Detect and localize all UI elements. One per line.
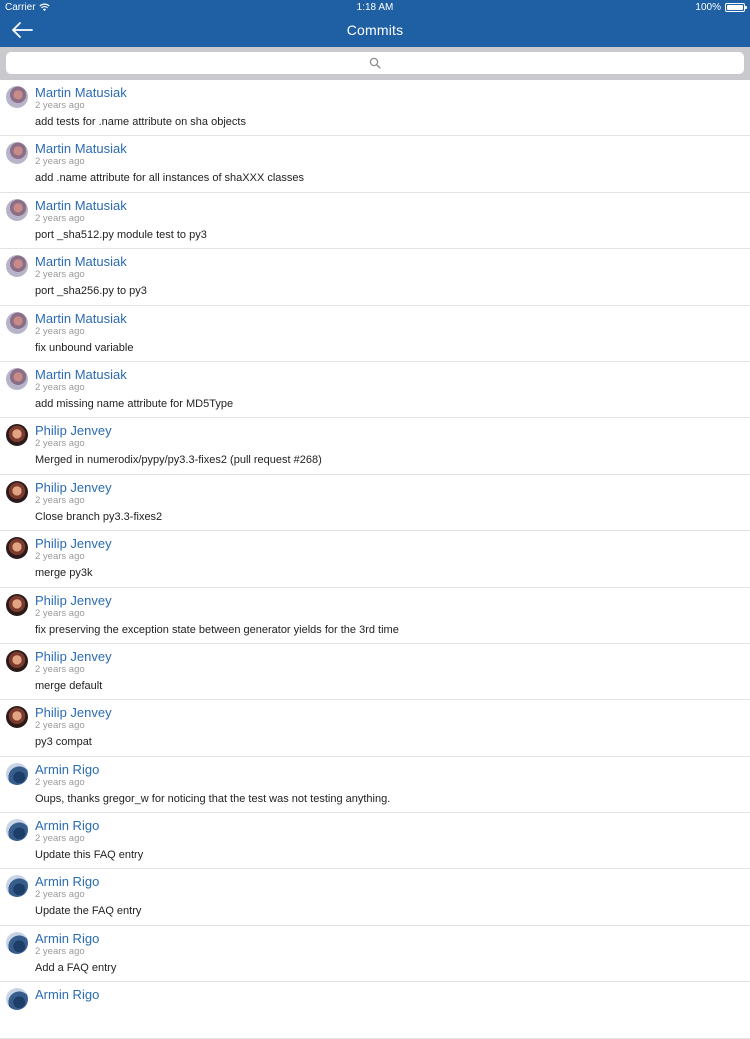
- avatar: [6, 311, 28, 334]
- avatar: [6, 875, 28, 898]
- commit-time: 2 years ago: [35, 100, 85, 111]
- avatar: [6, 198, 28, 221]
- commit-author: Armin Rigo: [35, 930, 100, 946]
- page-title: Commits: [346, 22, 404, 38]
- avatar: [6, 537, 28, 560]
- commit-author: Martin Matusiak: [35, 85, 127, 100]
- commit-row[interactable]: Armin Rigo 2 years ago Update this FAQ ent…: [0, 813, 750, 870]
- commit-message: add tests for .name attribute on sha obj…: [35, 116, 246, 128]
- avatar: [6, 762, 28, 785]
- commit-message: add missing name attribute for MD5Type: [35, 397, 234, 410]
- commit-author: Martin Matusiak: [35, 141, 127, 157]
- commit-row[interactable]: Martin Matusiak 2 years ago add missing na…: [0, 362, 750, 419]
- battery-indicator: 100%: [695, 2, 747, 13]
- commit-message: add .name attribute for all instances of…: [35, 172, 305, 185]
- commit-author: Armin Rigo: [35, 987, 100, 1003]
- commit-time: 2 years ago: [35, 776, 85, 788]
- commit-author: Philip Jenvey: [35, 592, 112, 608]
- commit-row[interactable]: Philip Jenvey 2 years ago merge default: [0, 644, 750, 701]
- commit-message: Update this FAQ entry: [35, 849, 144, 862]
- search-input[interactable]: [6, 52, 744, 74]
- commit-author: Philip Jenvey: [35, 423, 112, 439]
- commit-message: Merged in numerodix/pypy/py3.3-fixes2 (p…: [35, 454, 322, 467]
- commit-time: 2 years ago: [35, 889, 85, 901]
- commit-author: Armin Rigo: [35, 874, 100, 890]
- commit-message: Close branch py3.3-fixes2: [35, 510, 163, 523]
- commit-row[interactable]: Armin Rigo 2 years ago Add a FAQ entry: [0, 926, 750, 983]
- commit-row[interactable]: Philip Jenvey 2 years ago Merged in numero…: [0, 418, 750, 475]
- commit-message: Add a FAQ entry: [35, 961, 117, 974]
- commit-row[interactable]: Philip Jenvey 2 years ago Close branch py3…: [0, 475, 750, 532]
- commit-message: fix unbound variable: [35, 341, 134, 354]
- commit-time: 2 years ago: [35, 833, 85, 845]
- battery-icon: [725, 3, 747, 12]
- commit-time: 2 years ago: [35, 438, 85, 450]
- commit-row[interactable]: Martin Matusiak 2 years ago add tests for …: [0, 80, 750, 137]
- commit-time: 2 years ago: [35, 269, 85, 281]
- commit-row[interactable]: Philip Jenvey 2 years ago merge py3k: [0, 531, 750, 588]
- commit-author: Martin Matusiak: [35, 197, 127, 213]
- avatar: [6, 86, 28, 108]
- commit-row[interactable]: Martin Matusiak 2 years ago port _sha512.p…: [0, 193, 750, 250]
- avatar: [6, 255, 28, 278]
- commit-time: 2 years ago: [35, 325, 85, 337]
- commit-author: Armin Rigo: [35, 761, 100, 777]
- commit-author: Philip Jenvey: [35, 536, 112, 552]
- commit-time: 2 years ago: [35, 720, 85, 732]
- commit-author: Armin Rigo: [35, 818, 100, 834]
- commit-message: Oups, thanks gregor_w for noticing that …: [35, 792, 391, 805]
- commit-time: 2 years ago: [35, 607, 85, 619]
- commit-list: Martin Matusiak 2 years ago add tests for …: [0, 80, 750, 1039]
- commit-author: Philip Jenvey: [35, 705, 112, 721]
- commit-time: 2 years ago: [35, 663, 85, 675]
- commit-time: 2 years ago: [35, 212, 85, 224]
- search-bar: [0, 47, 750, 80]
- commit-author: Martin Matusiak: [35, 310, 127, 326]
- commit-row[interactable]: Armin Rigo: [0, 982, 750, 1039]
- avatar: [6, 593, 28, 616]
- commit-message: Update the FAQ entry: [35, 905, 142, 918]
- commit-message: py3 compat: [35, 736, 92, 749]
- commit-row[interactable]: Philip Jenvey 2 years ago py3 compat: [0, 700, 750, 757]
- commit-time: 2 years ago: [35, 945, 85, 957]
- avatar: [6, 931, 28, 954]
- commit-author: Martin Matusiak: [35, 254, 127, 270]
- battery-percent: 100%: [695, 2, 721, 13]
- commit-author: Martin Matusiak: [35, 366, 127, 382]
- commit-author: Philip Jenvey: [35, 479, 112, 495]
- avatar: [6, 988, 28, 1011]
- commit-row[interactable]: Martin Matusiak 2 years ago add .name attr…: [0, 136, 750, 193]
- commit-author: Philip Jenvey: [35, 648, 112, 664]
- avatar: [6, 706, 28, 729]
- commit-time: 2 years ago: [35, 156, 85, 168]
- commit-message: merge py3k: [35, 567, 93, 580]
- navigation-bar: Carrier 1:18 AM 100% Commits: [0, 0, 750, 47]
- avatar: [6, 819, 28, 842]
- avatar: [6, 649, 28, 672]
- search-icon: [369, 57, 381, 69]
- commit-row[interactable]: Martin Matusiak 2 years ago port _sha256.p…: [0, 249, 750, 306]
- commit-message: merge default: [35, 679, 103, 692]
- commit-row[interactable]: Martin Matusiak 2 years ago fix unbound va…: [0, 306, 750, 362]
- avatar: [6, 367, 28, 390]
- status-time: 1:18 AM: [356, 2, 394, 13]
- avatar: [6, 480, 28, 503]
- commit-message: port _sha512.py module test to py3: [35, 228, 207, 241]
- commit-row[interactable]: Armin Rigo 2 years ago Update the FAQ entr…: [0, 869, 750, 926]
- avatar: [6, 424, 28, 447]
- avatar: [6, 142, 28, 165]
- status-bar: Carrier 1:18 AM 100%: [0, 0, 750, 16]
- commit-message: port _sha256.py to py3: [35, 285, 147, 298]
- commit-time: 2 years ago: [35, 494, 85, 506]
- commit-time: 2 years ago: [35, 551, 85, 563]
- commit-row[interactable]: Philip Jenvey 2 years ago fix preserving t…: [0, 588, 750, 644]
- commit-row[interactable]: Armin Rigo 2 years ago Oups, thanks gregor…: [0, 757, 750, 814]
- commit-message: fix preserving the exception state betwe…: [35, 623, 399, 636]
- commit-time: 2 years ago: [35, 381, 85, 393]
